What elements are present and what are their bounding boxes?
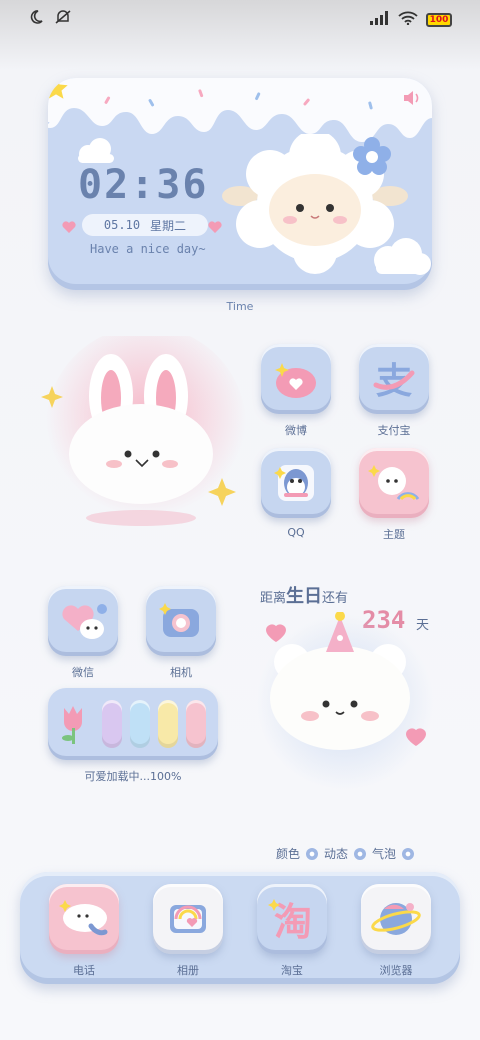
- loading-widget[interactable]: [48, 688, 218, 760]
- wechat-icon: [48, 586, 118, 656]
- qq-icon: [261, 448, 331, 518]
- bunny-widget[interactable]: [36, 326, 246, 546]
- signal-icon: [370, 10, 390, 29]
- app-weibo[interactable]: 微博: [260, 344, 332, 438]
- theme-icon: [359, 448, 429, 518]
- gallery-icon: [153, 884, 223, 954]
- app-gallery[interactable]: 相册: [152, 884, 224, 978]
- app-wechat[interactable]: 微信: [47, 586, 119, 680]
- cloud-icon: [368, 236, 432, 280]
- clock-date: 05.10 星期二: [82, 214, 208, 236]
- heart-icon: [62, 218, 76, 237]
- flower-icon: [402, 847, 415, 860]
- countdown-prefix: 距离: [260, 591, 287, 606]
- app-label: 主题: [383, 528, 405, 541]
- clock-widget[interactable]: 02:36 05.10 星期二 Have a nice day~: [48, 78, 432, 290]
- app-qq[interactable]: QQ: [260, 448, 332, 539]
- app-theme[interactable]: 主题: [358, 448, 430, 542]
- date-text: 05.10: [103, 218, 141, 232]
- loading-pill: [130, 700, 150, 748]
- countdown-title: 距离生日还有: [260, 582, 348, 608]
- app-camera[interactable]: 相机: [145, 586, 217, 680]
- battery-icon: 100: [426, 12, 452, 27]
- weekday-text: 星期二: [150, 218, 187, 233]
- dock: 电话 相册 淘 淘宝 浏览器: [20, 872, 460, 984]
- loading-pill: [186, 700, 206, 748]
- app-label: 支付宝: [377, 424, 411, 437]
- status-bar: 100: [0, 0, 480, 40]
- clock-time: 02:36: [78, 162, 209, 208]
- app-taobao[interactable]: 淘 淘宝: [256, 884, 328, 978]
- browser-icon: [361, 884, 431, 954]
- app-label: 电话: [73, 964, 95, 977]
- greeting-text: Have a nice day~: [90, 242, 206, 256]
- app-label: 相册: [177, 964, 199, 977]
- app-label: 微博: [285, 424, 307, 437]
- bunny-illustration: [41, 326, 246, 526]
- phone-icon: [49, 884, 119, 954]
- countdown-highlight: 生日: [286, 586, 323, 607]
- taobao-icon: 淘: [257, 884, 327, 954]
- app-alipay[interactable]: 支 支付宝: [358, 344, 430, 438]
- camera-icon: [146, 586, 216, 656]
- loading-text: 可爱加载中...100%: [84, 770, 182, 783]
- wifi-icon: [398, 10, 418, 29]
- app-label: QQ: [287, 526, 305, 539]
- app-phone[interactable]: 电话: [48, 884, 120, 978]
- loading-pill: [102, 700, 122, 748]
- app-browser[interactable]: 浏览器: [360, 884, 432, 978]
- theme-link-bubble[interactable]: 气泡: [372, 845, 396, 862]
- app-label: 淘宝: [281, 964, 303, 977]
- tulip-icon: [56, 702, 90, 752]
- flower-icon: [352, 136, 392, 180]
- flower-icon: [354, 847, 367, 860]
- app-label: 微信: [72, 666, 94, 679]
- theme-links: 颜色 动态 气泡: [276, 845, 415, 862]
- bear-illustration[interactable]: [250, 612, 440, 792]
- speaker-icon[interactable]: [402, 90, 422, 110]
- theme-link-animation[interactable]: 动态: [324, 845, 348, 862]
- app-label: 浏览器: [379, 964, 413, 977]
- cloud-icon: [74, 138, 118, 168]
- flower-icon: [306, 847, 319, 860]
- widget-caption-time: Time: [226, 300, 254, 313]
- svg-text:淘: 淘: [274, 900, 312, 944]
- mute-icon: [54, 9, 72, 29]
- moon-icon: [28, 9, 44, 29]
- countdown-suffix: 还有: [322, 591, 349, 606]
- star-icon: [48, 78, 70, 106]
- weibo-icon: [261, 344, 331, 414]
- alipay-icon: 支: [359, 344, 429, 414]
- theme-link-color[interactable]: 颜色: [276, 845, 300, 862]
- loading-pill: [158, 700, 178, 748]
- app-label: 相机: [170, 666, 192, 679]
